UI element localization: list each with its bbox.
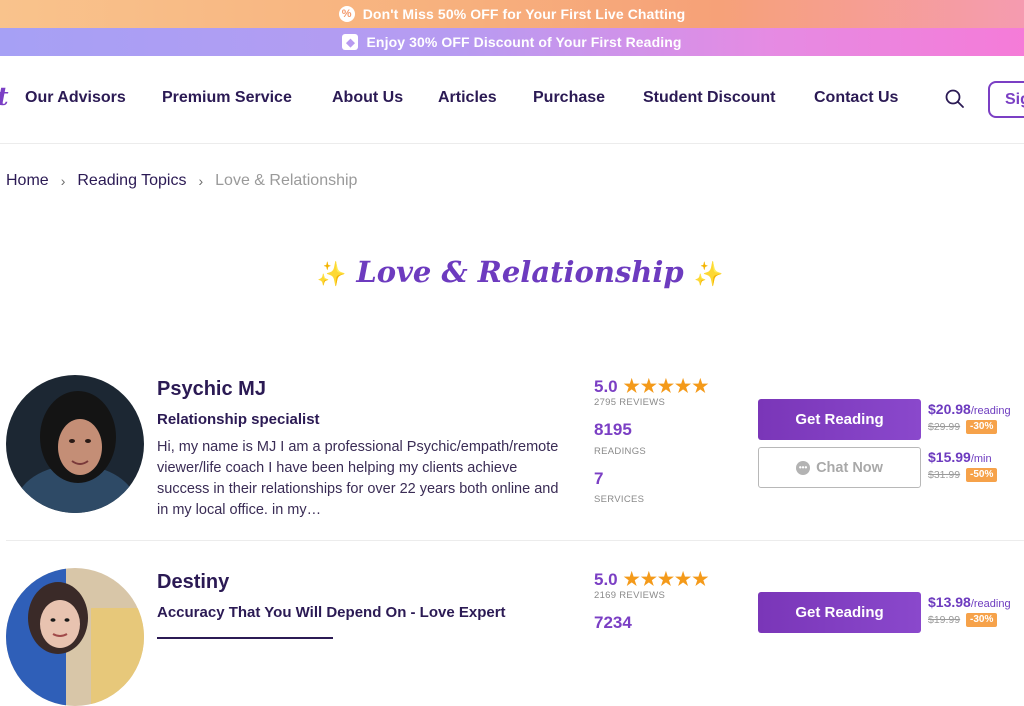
chat-price: $15.99/min bbox=[928, 449, 992, 465]
promo-banner-reading[interactable]: ◆ Enjoy 30% OFF Discount of Your First R… bbox=[0, 28, 1024, 56]
percent-icon: % bbox=[338, 6, 355, 22]
star-rating-icon: ★★★★★ bbox=[623, 569, 710, 589]
breadcrumb-reading-topics[interactable]: Reading Topics bbox=[77, 172, 186, 190]
decorative-divider bbox=[157, 637, 333, 639]
star-rating-icon: ★★★★★ bbox=[623, 376, 710, 396]
reading-old-price: $29.99 bbox=[928, 421, 961, 433]
reviews-count[interactable]: 2795 REVIEWS bbox=[594, 397, 665, 408]
page-title-text: Love & Relationship bbox=[356, 255, 684, 289]
sign-in-button[interactable]: Sig bbox=[988, 81, 1024, 118]
chat-now-label: Chat Now bbox=[816, 459, 883, 476]
reading-price-value: $20.98 bbox=[928, 401, 971, 417]
services-label: SERVICES bbox=[594, 494, 645, 505]
chat-bubble-icon: ••• bbox=[796, 460, 811, 475]
reviews-count[interactable]: 2169 REVIEWS bbox=[594, 590, 665, 601]
advisor-description: Hi, my name is MJ I am a professional Ps… bbox=[157, 439, 559, 518]
main-nav: t Our Advisors Premium Service About Us … bbox=[0, 56, 1024, 144]
reading-price-value: $13.98 bbox=[928, 594, 971, 610]
advisor-rating: 5.0 ★★★★★ bbox=[594, 376, 709, 397]
nav-item-premium-service[interactable]: Premium Service bbox=[162, 89, 292, 107]
sparkle-icon: ✨ bbox=[693, 259, 724, 288]
breadcrumb-home[interactable]: Home bbox=[6, 172, 49, 190]
readings-label: READINGS bbox=[594, 446, 647, 457]
breadcrumb: Home › Reading Topics › Love & Relations… bbox=[6, 172, 357, 190]
advisor-tagline: Accuracy That You Will Depend On - Love … bbox=[157, 604, 506, 621]
breadcrumb-separator: › bbox=[60, 173, 66, 189]
reading-discount-badge: -30% bbox=[966, 613, 998, 627]
services-count: 7 bbox=[594, 469, 604, 488]
nav-item-student-discount[interactable]: Student Discount bbox=[643, 89, 775, 107]
chat-price-value: $15.99 bbox=[928, 449, 971, 465]
chat-now-button[interactable]: ••• Chat Now bbox=[758, 447, 921, 488]
logo[interactable]: t bbox=[0, 82, 9, 111]
nav-item-our-advisors[interactable]: Our Advisors bbox=[25, 89, 126, 107]
reading-price: $13.98/reading bbox=[928, 594, 1011, 610]
chat-old-price: $31.99 bbox=[928, 469, 961, 481]
reading-old-price: $19.99 bbox=[928, 614, 961, 626]
breadcrumb-current: Love & Relationship bbox=[215, 172, 358, 189]
advisor-rating: 5.0 ★★★★★ bbox=[594, 569, 709, 590]
reading-price-unit: /reading bbox=[970, 598, 1011, 610]
advisor-tagline: Relationship specialist bbox=[157, 411, 320, 428]
advisor-avatar[interactable] bbox=[6, 568, 144, 706]
promo-text-chat: Don't Miss 50% OFF for Your First Live C… bbox=[362, 6, 686, 22]
chat-discount-badge: -50% bbox=[966, 468, 998, 482]
reading-discount-badge: -30% bbox=[966, 420, 998, 434]
promo-text-reading: Enjoy 30% OFF Discount of Your First Rea… bbox=[366, 34, 682, 50]
nav-item-purchase[interactable]: Purchase bbox=[533, 89, 605, 107]
tag-icon: ◆ bbox=[342, 34, 359, 50]
card-divider bbox=[6, 540, 1024, 541]
nav-item-articles[interactable]: Articles bbox=[438, 89, 497, 107]
reading-price: $20.98/reading bbox=[928, 401, 1011, 417]
advisor-avatar[interactable] bbox=[6, 375, 144, 513]
readings-count: 8195 bbox=[594, 420, 632, 439]
search-icon[interactable] bbox=[944, 88, 966, 110]
nav-item-contact-us[interactable]: Contact Us bbox=[814, 89, 898, 107]
get-reading-button[interactable]: Get Reading bbox=[758, 592, 921, 633]
readings-count: 7234 bbox=[594, 613, 632, 632]
rating-value: 5.0 bbox=[594, 376, 618, 396]
advisor-name[interactable]: Psychic MJ bbox=[157, 378, 266, 401]
get-reading-button[interactable]: Get Reading bbox=[758, 399, 921, 440]
nav-item-about-us[interactable]: About Us bbox=[332, 89, 403, 107]
page-title: ✨ Love & Relationship ✨ bbox=[0, 255, 1024, 289]
promo-banner-chat[interactable]: % Don't Miss 50% OFF for Your First Live… bbox=[0, 0, 1024, 28]
reading-price-unit: /reading bbox=[970, 405, 1011, 417]
sparkle-icon: ✨ bbox=[316, 259, 347, 288]
rating-value: 5.0 bbox=[594, 569, 618, 589]
breadcrumb-separator: › bbox=[198, 173, 204, 189]
advisor-name[interactable]: Destiny bbox=[157, 571, 229, 594]
chat-price-unit: /min bbox=[970, 453, 992, 465]
